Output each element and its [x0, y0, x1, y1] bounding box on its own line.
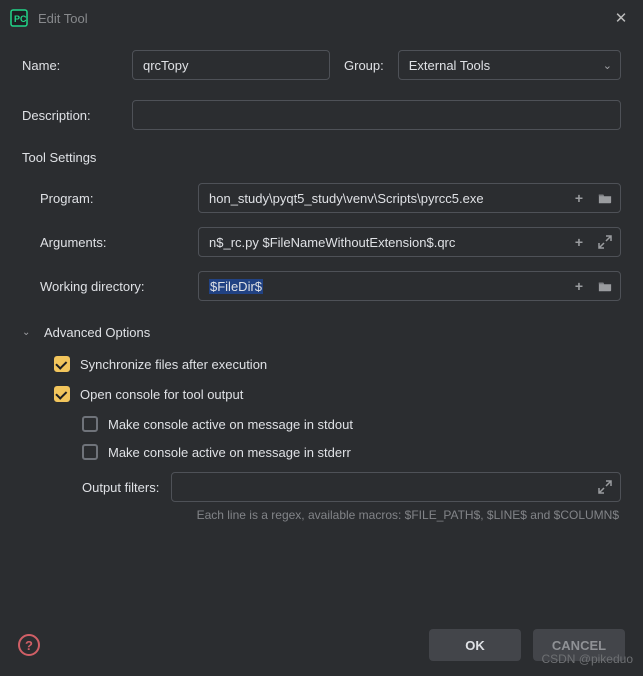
- stdout-label: Make console active on message in stdout: [108, 417, 353, 432]
- stdout-checkbox[interactable]: [82, 416, 98, 432]
- app-icon: PC: [10, 9, 28, 27]
- output-filters-input[interactable]: [171, 472, 621, 502]
- output-filters-label: Output filters:: [82, 480, 159, 495]
- cancel-button[interactable]: CANCEL: [533, 629, 625, 661]
- insert-macro-icon[interactable]: [569, 232, 589, 252]
- group-value: External Tools: [409, 58, 603, 73]
- description-label: Description:: [22, 108, 118, 123]
- program-label: Program:: [40, 191, 188, 206]
- open-console-checkbox[interactable]: [54, 386, 70, 402]
- titlebar: PC Edit Tool ✕: [0, 0, 643, 36]
- help-icon[interactable]: ?: [18, 634, 40, 656]
- svg-text:PC: PC: [14, 14, 27, 24]
- window-title: Edit Tool: [38, 11, 609, 26]
- expand-icon[interactable]: [595, 477, 615, 497]
- stderr-checkbox[interactable]: [82, 444, 98, 460]
- advanced-options-toggle[interactable]: ⌄ Advanced Options: [22, 325, 621, 340]
- description-input[interactable]: [132, 100, 621, 130]
- group-label: Group:: [344, 58, 384, 73]
- chevron-down-icon: ⌄: [22, 327, 34, 338]
- arguments-input[interactable]: [198, 227, 621, 257]
- workdir-value: $FileDir$: [209, 279, 263, 294]
- name-label: Name:: [22, 58, 118, 73]
- output-filters-hint: Each line is a regex, available macros: …: [54, 508, 619, 522]
- group-select[interactable]: External Tools ⌄: [398, 50, 621, 80]
- sync-checkbox[interactable]: [54, 356, 70, 372]
- browse-folder-icon[interactable]: [595, 276, 615, 296]
- sync-label: Synchronize files after execution: [80, 357, 267, 372]
- stderr-label: Make console active on message in stderr: [108, 445, 351, 460]
- insert-macro-icon[interactable]: [569, 276, 589, 296]
- close-icon[interactable]: ✕: [609, 9, 633, 27]
- advanced-title: Advanced Options: [44, 325, 150, 340]
- footer: ? OK CANCEL: [0, 614, 643, 676]
- name-input[interactable]: [132, 50, 330, 80]
- program-input[interactable]: [198, 183, 621, 213]
- workdir-input[interactable]: $FileDir$: [198, 271, 621, 301]
- workdir-label: Working directory:: [40, 279, 188, 294]
- ok-button[interactable]: OK: [429, 629, 521, 661]
- insert-macro-icon[interactable]: [569, 188, 589, 208]
- open-console-label: Open console for tool output: [80, 387, 243, 402]
- tool-settings-title: Tool Settings: [22, 150, 621, 165]
- arguments-label: Arguments:: [40, 235, 188, 250]
- expand-icon[interactable]: [595, 232, 615, 252]
- browse-folder-icon[interactable]: [595, 188, 615, 208]
- chevron-down-icon: ⌄: [603, 59, 612, 72]
